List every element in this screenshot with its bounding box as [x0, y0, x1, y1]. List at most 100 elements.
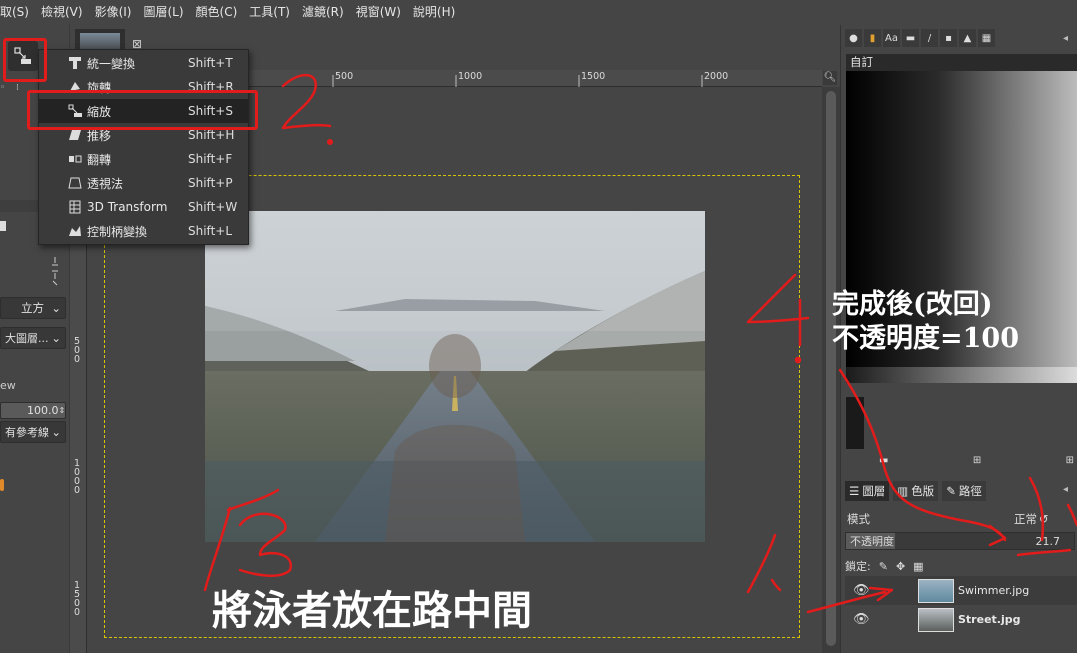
menu-image[interactable]: 影像(I)	[89, 0, 138, 25]
menu-layer[interactable]: 圖層(L)	[137, 0, 189, 25]
duplicate-icon[interactable]: ⊞	[973, 455, 981, 466]
interpolation-value: 立方	[21, 301, 44, 315]
guides-row: 有參考線 ⌄	[0, 421, 66, 443]
menu-item-unified-transform[interactable]: 統一變換 Shift+T	[39, 51, 248, 75]
ruler-label: 500	[335, 71, 354, 82]
lock-row: 鎖定: ✎ ✥ ▦	[845, 556, 924, 576]
interpolation-dropdown[interactable]: 立方 ⌄	[0, 297, 66, 319]
layer-name[interactable]: Swimmer.jpg	[958, 584, 1029, 597]
new-icon[interactable]: ▬	[879, 455, 888, 466]
handle-transform-icon	[67, 223, 83, 239]
mypaint-brush-icon[interactable]: ▦	[978, 29, 995, 47]
lock-alpha-icon[interactable]: ▦	[913, 560, 923, 573]
preview-label: ew	[0, 379, 16, 392]
shortcut-label: Shift+L	[188, 224, 233, 238]
chevron-down-icon: ⌄	[51, 425, 61, 439]
menu-select[interactable]: 取(S)	[0, 0, 35, 25]
menu-colors[interactable]: 顏色(C)	[190, 0, 244, 25]
ruler-label: 1000	[458, 71, 483, 82]
menu-view[interactable]: 檢視(V)	[35, 0, 89, 25]
ruler-label: 1500	[74, 580, 81, 618]
status-indicator	[0, 479, 4, 491]
dynamics-icon[interactable]: ▲	[959, 29, 976, 47]
chain-link-icon[interactable]	[50, 257, 60, 287]
menu-item-perspective[interactable]: 透視法 Shift+P	[39, 171, 248, 195]
menu-item-handle-transform[interactable]: 控制柄變換 Shift+L	[39, 219, 248, 243]
lock-pixels-icon[interactable]: ✎	[879, 560, 888, 573]
layer-name[interactable]: Street.jpg	[958, 613, 1020, 626]
menu-help[interactable]: 說明(H)	[407, 0, 461, 25]
opacity-value: 21.7	[1035, 534, 1061, 548]
highlight-box-scale-tool	[3, 38, 47, 82]
brush-icon[interactable]: ●	[845, 29, 862, 47]
tab-label: 色版	[911, 484, 935, 498]
ruler-label: 1000	[74, 458, 81, 496]
annotation-caption: 將泳者放在路中間	[212, 587, 532, 634]
menu-item-label: 透視法	[87, 176, 124, 191]
layers-panel-tabs: ☰ 圖層 ▥ 色版 ✎ 路徑	[845, 481, 986, 501]
paintbrush-icon[interactable]: /	[921, 29, 938, 47]
lock-position-icon[interactable]: ✥	[896, 560, 905, 573]
tab-label: 路徑	[958, 484, 982, 498]
paths-icon: ✎	[946, 484, 956, 498]
font-icon[interactable]: Aa	[883, 29, 900, 47]
composite-photo[interactable]	[205, 211, 705, 542]
shortcut-label: Shift+H	[188, 128, 235, 142]
clipping-row: 大圖層... ⌄	[0, 327, 66, 349]
pattern-icon[interactable]: ▮	[864, 29, 881, 47]
menu-tools[interactable]: 工具(T)	[243, 0, 296, 25]
opacity-field[interactable]: 不透明度 21.7	[845, 532, 1075, 550]
opacity-label: 不透明度	[850, 535, 894, 548]
layers-icon: ☰	[849, 484, 860, 498]
layer-item[interactable]: 👁︎ Swimmer.jpg	[845, 576, 1077, 605]
layer-item[interactable]: 👁︎ Street.jpg	[845, 605, 1077, 634]
ruler-label: 2000	[704, 71, 729, 82]
refresh-icon[interactable]: ⊞	[1066, 455, 1074, 466]
vertical-scrollbar[interactable]	[822, 87, 840, 653]
spin-arrows-icon: ⇕	[58, 405, 66, 415]
menu-item-3d-transform[interactable]: 3D Transform Shift+W	[39, 195, 248, 219]
clipping-dropdown[interactable]: 大圖層... ⌄	[0, 327, 66, 349]
chevron-down-icon: ⌄	[51, 301, 61, 315]
tab-channels[interactable]: ▥ 色版	[893, 481, 939, 501]
menu-item-flip[interactable]: 翻轉 Shift+F	[39, 147, 248, 171]
dock-menu-icon[interactable]: ◂	[1063, 33, 1068, 44]
zoom-icon[interactable]: 🔍︎	[823, 71, 837, 85]
chevron-down-icon: ⌄	[51, 331, 61, 345]
clipping-value: 大圖層...	[5, 332, 49, 345]
gradient-swatch	[846, 397, 864, 449]
menu-windows[interactable]: 視窗(W)	[350, 0, 407, 25]
paths-icon[interactable]: ◦	[0, 83, 5, 93]
tool-preset-icon[interactable]: ▪	[940, 29, 957, 47]
reset-icon[interactable]: ↺	[1039, 512, 1049, 526]
shortcut-label: Shift+W	[188, 200, 238, 214]
tab-layers[interactable]: ☰ 圖層	[845, 481, 890, 501]
menu-filters[interactable]: 濾鏡(R)	[296, 0, 350, 25]
text-icon[interactable]: ⁞	[16, 83, 19, 93]
scrollbar-thumb[interactable]	[826, 91, 836, 646]
tab-paths[interactable]: ✎ 路徑	[942, 481, 986, 501]
eye-icon[interactable]: 👁︎	[853, 612, 870, 627]
perspective-icon	[67, 175, 83, 191]
menu-item-label: 3D Transform	[87, 200, 168, 214]
unified-transform-icon	[67, 55, 83, 71]
shortcut-label: Shift+F	[188, 152, 233, 166]
ruler-label: 500	[74, 336, 81, 365]
highlight-box-scale-menu	[27, 90, 258, 130]
channels-icon: ▥	[897, 484, 909, 498]
eye-icon[interactable]: 👁︎	[853, 583, 870, 598]
mode-label: 模式	[847, 512, 870, 526]
dock-menu-icon[interactable]: ◂	[1063, 484, 1068, 495]
gradient-icon[interactable]: ▬	[902, 29, 919, 47]
lock-label: 鎖定:	[845, 560, 871, 573]
annotation-note-line2: 不透明度=100	[832, 323, 1019, 354]
ruler-label: 1500	[581, 71, 606, 82]
3d-transform-icon	[67, 199, 83, 215]
menu-item-label: 翻轉	[87, 152, 112, 167]
guides-dropdown[interactable]: 有參考線 ⌄	[0, 421, 66, 443]
shortcut-label: Shift+T	[188, 56, 233, 70]
image-tab-thumbnail	[80, 33, 120, 49]
preview-opacity-value: 100.0	[27, 403, 59, 417]
mode-dropdown[interactable]: 正常	[1014, 511, 1037, 527]
preview-opacity-field[interactable]: 100.0 ⇕	[0, 401, 66, 419]
